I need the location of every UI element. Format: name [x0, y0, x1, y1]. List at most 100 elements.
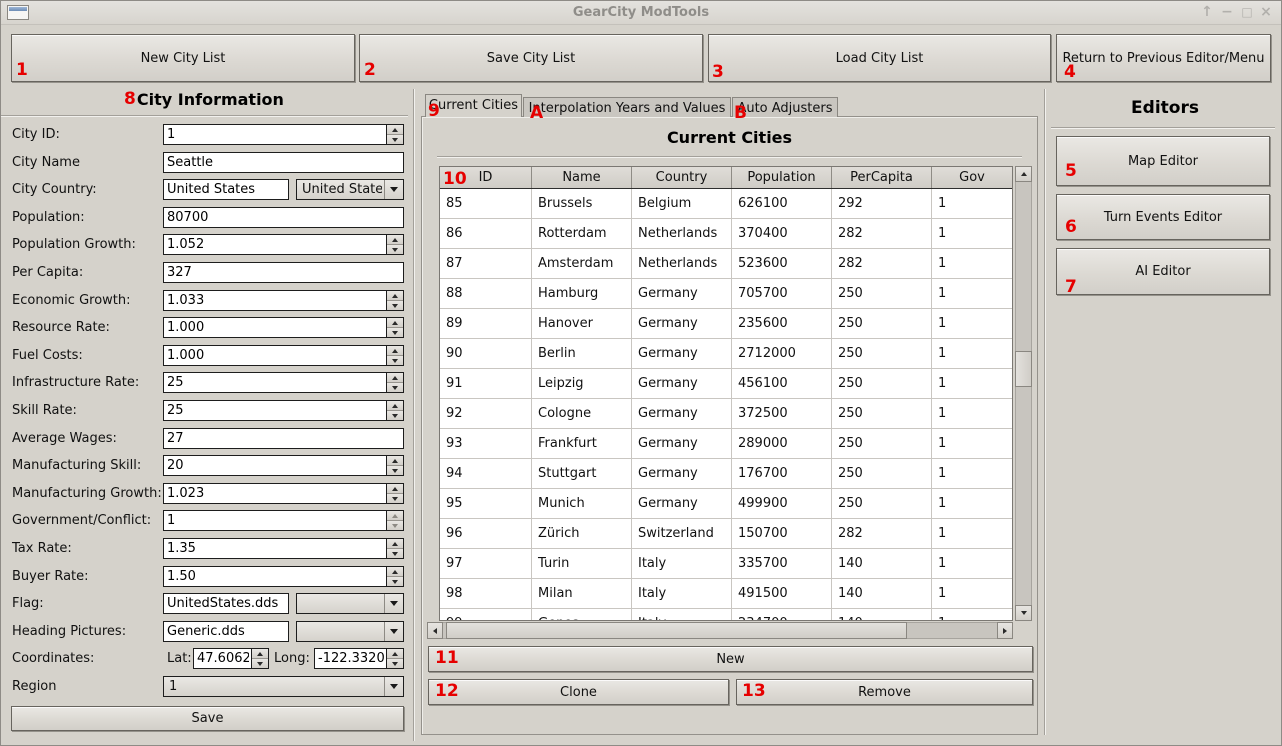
- infrastructure-rate-spinner[interactable]: [163, 372, 404, 393]
- cell-gov[interactable]: 1: [932, 309, 1012, 339]
- tax-rate-spin-buttons[interactable]: [386, 539, 403, 558]
- population-field[interactable]: [163, 207, 404, 228]
- cell-id[interactable]: 91: [440, 369, 532, 399]
- cell-id[interactable]: 96: [440, 519, 532, 549]
- tax-rate-input[interactable]: [163, 538, 404, 559]
- cell-population[interactable]: 626100: [732, 189, 832, 219]
- fuel-costs-spin-buttons[interactable]: [386, 346, 403, 365]
- tax-rate-spinner[interactable]: [163, 538, 404, 559]
- manufacturing-growth-spinner[interactable]: [163, 483, 404, 504]
- cell-population[interactable]: 289000: [732, 429, 832, 459]
- cell-percapita[interactable]: 292: [832, 189, 932, 219]
- cell-country[interactable]: Italy: [632, 609, 732, 620]
- population-input[interactable]: [163, 207, 404, 228]
- region-combo[interactable]: 1: [163, 676, 404, 697]
- remove-city-button[interactable]: Remove: [736, 679, 1033, 705]
- cell-name[interactable]: Berlin: [532, 339, 632, 369]
- cell-id[interactable]: 95: [440, 489, 532, 519]
- cell-name[interactable]: Rotterdam: [532, 219, 632, 249]
- cell-gov[interactable]: 1: [932, 579, 1012, 609]
- city-country-field[interactable]: [163, 179, 289, 200]
- ai-editor-button[interactable]: AI Editor: [1056, 248, 1270, 295]
- column-header-name[interactable]: Name: [532, 167, 632, 188]
- cell-country[interactable]: Italy: [632, 549, 732, 579]
- population-growth-spin-buttons[interactable]: [386, 235, 403, 254]
- cell-percapita[interactable]: 282: [832, 519, 932, 549]
- scroll-down-icon[interactable]: [1015, 605, 1032, 621]
- cell-percapita[interactable]: 250: [832, 429, 932, 459]
- column-header-gov[interactable]: Gov: [932, 167, 1012, 188]
- table-row[interactable]: 99 Genoa Italy 234700 140 1: [440, 609, 1012, 620]
- manufacturing-skill-spin-buttons[interactable]: [386, 456, 403, 475]
- title-bar[interactable]: GearCity ModTools ↑ − □ ×: [1, 1, 1281, 25]
- table-row[interactable]: 96 Zürich Switzerland 150700 282 1: [440, 519, 1012, 549]
- table-row[interactable]: 87 Amsterdam Netherlands 523600 282 1: [440, 249, 1012, 279]
- flag-input[interactable]: [163, 593, 289, 614]
- table-row[interactable]: 89 Hanover Germany 235600 250 1: [440, 309, 1012, 339]
- table-row[interactable]: 86 Rotterdam Netherlands 370400 282 1: [440, 219, 1012, 249]
- map-editor-button[interactable]: Map Editor: [1056, 136, 1270, 186]
- flag-field[interactable]: [163, 593, 289, 614]
- left-panel-splitter[interactable]: [413, 89, 415, 741]
- government-conflict-spin-buttons[interactable]: [386, 511, 403, 530]
- government-conflict-spinner[interactable]: [163, 510, 404, 531]
- cell-gov[interactable]: 1: [932, 609, 1012, 620]
- cell-country[interactable]: Germany: [632, 489, 732, 519]
- scroll-right-icon[interactable]: [997, 622, 1013, 639]
- close-icon[interactable]: ×: [1258, 4, 1274, 20]
- latitude-spinner[interactable]: [193, 648, 269, 669]
- return-previous-editor-button[interactable]: Return to Previous Editor/Menu: [1056, 34, 1271, 82]
- city-name-field[interactable]: [163, 152, 404, 173]
- city-id-input[interactable]: [163, 124, 404, 145]
- cell-country[interactable]: Germany: [632, 459, 732, 489]
- cell-percapita[interactable]: 250: [832, 459, 932, 489]
- column-header-country[interactable]: Country: [632, 167, 732, 188]
- chevron-down-icon[interactable]: [384, 677, 403, 696]
- average-wages-field[interactable]: [163, 428, 404, 449]
- cell-percapita[interactable]: 250: [832, 309, 932, 339]
- table-row[interactable]: 97 Turin Italy 335700 140 1: [440, 549, 1012, 579]
- cell-id[interactable]: 89: [440, 309, 532, 339]
- cell-percapita[interactable]: 140: [832, 609, 932, 620]
- cell-percapita[interactable]: 250: [832, 489, 932, 519]
- chevron-down-icon[interactable]: [384, 622, 403, 641]
- cell-country[interactable]: Germany: [632, 399, 732, 429]
- cell-population[interactable]: 150700: [732, 519, 832, 549]
- cell-gov[interactable]: 1: [932, 549, 1012, 579]
- cell-name[interactable]: Genoa: [532, 609, 632, 620]
- new-city-list-button[interactable]: New City List: [11, 34, 355, 82]
- cell-country[interactable]: Germany: [632, 279, 732, 309]
- cell-population[interactable]: 523600: [732, 249, 832, 279]
- cell-gov[interactable]: 1: [932, 189, 1012, 219]
- city-country-input[interactable]: [163, 179, 289, 200]
- table-vertical-scrollbar[interactable]: [1015, 166, 1032, 621]
- skill-rate-input[interactable]: [163, 400, 404, 421]
- clone-city-button[interactable]: Clone: [428, 679, 729, 705]
- cell-id[interactable]: 92: [440, 399, 532, 429]
- table-row[interactable]: 93 Frankfurt Germany 289000 250 1: [440, 429, 1012, 459]
- cell-id[interactable]: 86: [440, 219, 532, 249]
- cell-percapita[interactable]: 250: [832, 339, 932, 369]
- manufacturing-growth-spin-buttons[interactable]: [386, 484, 403, 503]
- chevron-down-icon[interactable]: [384, 594, 403, 613]
- cell-name[interactable]: Amsterdam: [532, 249, 632, 279]
- table-row[interactable]: 95 Munich Germany 499900 250 1: [440, 489, 1012, 519]
- cell-gov[interactable]: 1: [932, 279, 1012, 309]
- resource-rate-input[interactable]: [163, 317, 404, 338]
- cell-percapita[interactable]: 250: [832, 369, 932, 399]
- average-wages-input[interactable]: [163, 428, 404, 449]
- cell-id[interactable]: 97: [440, 549, 532, 579]
- cell-name[interactable]: Milan: [532, 579, 632, 609]
- manufacturing-skill-input[interactable]: [163, 455, 404, 476]
- infrastructure-rate-spin-buttons[interactable]: [386, 373, 403, 392]
- cell-name[interactable]: Cologne: [532, 399, 632, 429]
- cell-gov[interactable]: 1: [932, 429, 1012, 459]
- cell-population[interactable]: 370400: [732, 219, 832, 249]
- cell-country[interactable]: Germany: [632, 369, 732, 399]
- cell-name[interactable]: Stuttgart: [532, 459, 632, 489]
- cell-name[interactable]: Frankfurt: [532, 429, 632, 459]
- cell-population[interactable]: 491500: [732, 579, 832, 609]
- cell-country[interactable]: Germany: [632, 339, 732, 369]
- population-growth-input[interactable]: [163, 234, 404, 255]
- cell-gov[interactable]: 1: [932, 369, 1012, 399]
